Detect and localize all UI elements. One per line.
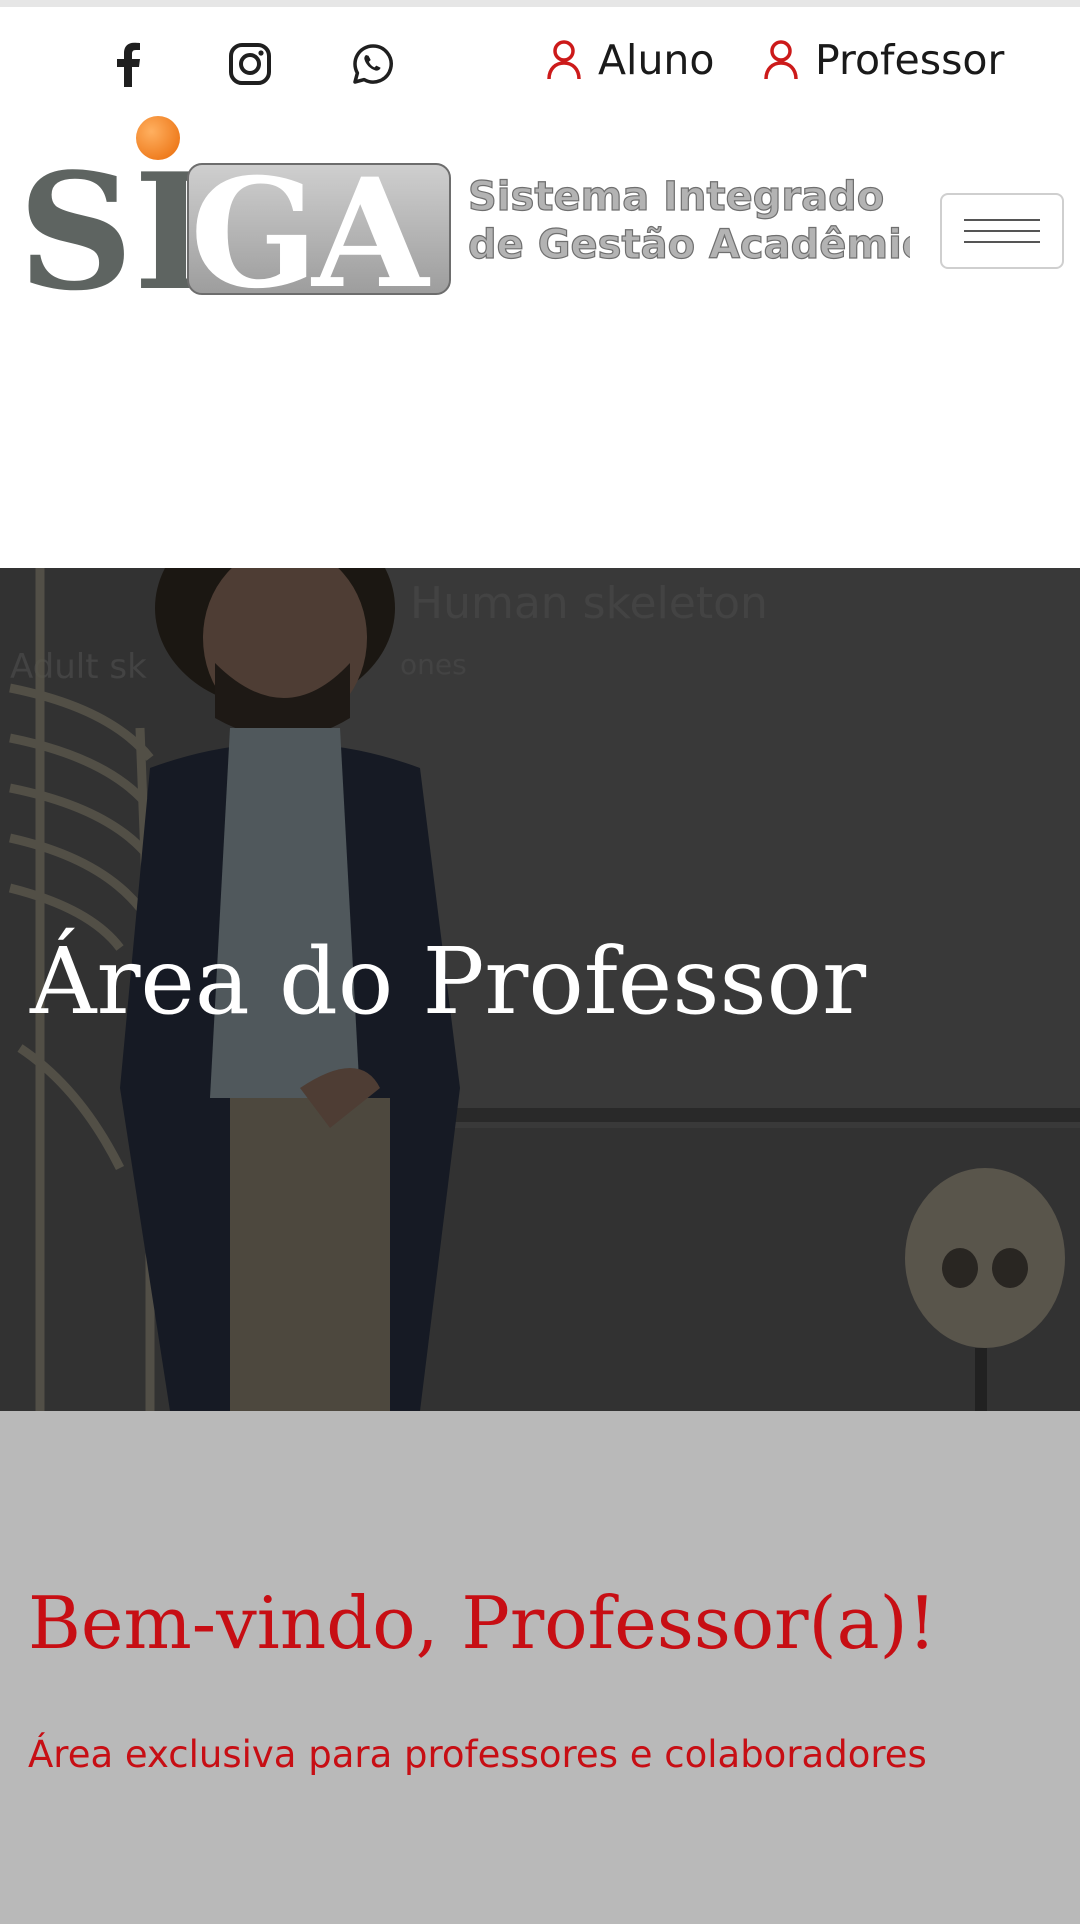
logo-line1: Sistema Integrado [468,174,884,220]
siga-logo-graphic: SI GA Sistema Integrado de Gestão Acadêm… [18,116,953,326]
instagram-link[interactable] [222,36,278,92]
professor-login-label: Professor [815,36,1005,84]
facebook-link[interactable] [100,36,156,92]
siga-logo[interactable]: SI GA Sistema Integrado de Gestão Acadêm… [18,114,953,326]
hamburger-icon [964,241,1040,243]
user-icon [546,38,586,82]
top-strip [0,0,1080,7]
menu-toggle-button[interactable] [940,193,1064,269]
hero-title: Área do Professor [30,928,867,1035]
instagram-icon [229,43,271,85]
user-icon [763,38,803,82]
hero-banner: Human skeleton Adult sk ones Área do Pro… [0,568,1080,1411]
welcome-title: Bem-vindo, Professor(a)! [28,1581,937,1665]
logo-line2: de Gestão Acadêmica [468,222,910,268]
hamburger-icon [964,230,1040,232]
svg-text:GA: GA [190,146,431,300]
aluno-login-link[interactable]: Aluno [546,32,715,88]
welcome-subtitle: Área exclusiva para professores e colabo… [28,1733,927,1776]
hamburger-icon [964,219,1040,221]
svg-text:SI: SI [20,138,208,300]
whatsapp-link[interactable] [345,36,401,92]
aluno-login-label: Aluno [598,36,715,84]
professor-login-link[interactable]: Professor [763,32,1004,88]
welcome-section: Bem-vindo, Professor(a)! Área exclusiva … [0,1411,1080,1924]
whatsapp-icon [353,44,393,84]
facebook-icon [117,42,140,87]
